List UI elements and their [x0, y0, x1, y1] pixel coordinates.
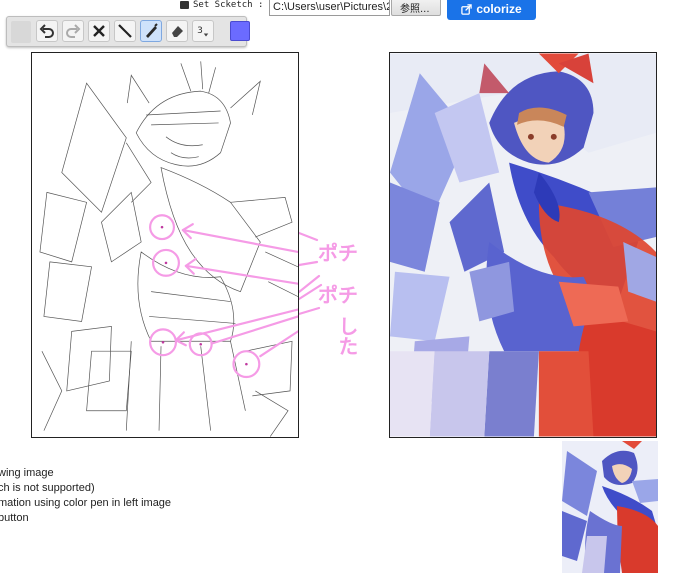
- pen-icon: [146, 23, 158, 38]
- pen-size-select[interactable]: 3: [192, 20, 214, 42]
- file-path-value: C:\Users\user\Pictures\20: [273, 1, 390, 13]
- close-icon: [93, 25, 105, 37]
- redo-icon: [66, 24, 81, 38]
- instructions-list: wing image ch is not supported) mation u…: [0, 466, 198, 526]
- pen-tool-button[interactable]: [140, 20, 162, 42]
- sketch-canvas[interactable]: [31, 52, 299, 438]
- line-tool-button[interactable]: [114, 20, 136, 42]
- set-sketch-label-group: Set Scketch :: [180, 0, 263, 11]
- color-picker-swatch[interactable]: [230, 21, 250, 41]
- picture-icon: [180, 1, 189, 9]
- drawing-toolbar: 3: [6, 16, 250, 47]
- colorized-image: [390, 53, 656, 437]
- undo-icon: [39, 24, 54, 38]
- handwritten-annotation: ポチ ポチ した: [318, 232, 378, 402]
- file-path-input[interactable]: C:\Users\user\Pictures\20: [269, 0, 390, 16]
- annotation-line-2: ポチ: [318, 283, 358, 307]
- eraser-icon: [172, 26, 183, 37]
- chevron-down-icon: [203, 33, 209, 37]
- colorize-button[interactable]: colorize: [447, 0, 536, 20]
- result-thumbnail[interactable]: [562, 441, 658, 573]
- instruction-line: wing image: [0, 467, 54, 479]
- browse-button-label: 参照...: [400, 4, 430, 15]
- annotation-line-3: した: [335, 316, 359, 356]
- instruction-line: button: [0, 512, 29, 524]
- undo-button[interactable]: [36, 20, 58, 42]
- instruction-line: ch is not supported): [0, 482, 95, 494]
- colorized-result-canvas: [389, 52, 657, 438]
- set-sketch-label: Set Scketch :: [193, 0, 264, 10]
- clear-button[interactable]: [88, 20, 110, 42]
- instruction-line: mation using color pen in left image: [0, 497, 172, 509]
- browse-button[interactable]: 参照...: [391, 0, 441, 16]
- annotation-line-1: ポチ: [318, 241, 358, 265]
- colorize-button-label: colorize: [476, 2, 522, 16]
- line-art-sketch: [39, 61, 298, 437]
- thumbnail-image: [562, 441, 658, 573]
- redo-button[interactable]: [62, 20, 84, 42]
- external-link-icon: [461, 3, 473, 15]
- toolbar-grip[interactable]: [11, 21, 31, 43]
- eraser-tool-button[interactable]: [166, 20, 188, 42]
- line-icon: [118, 24, 132, 38]
